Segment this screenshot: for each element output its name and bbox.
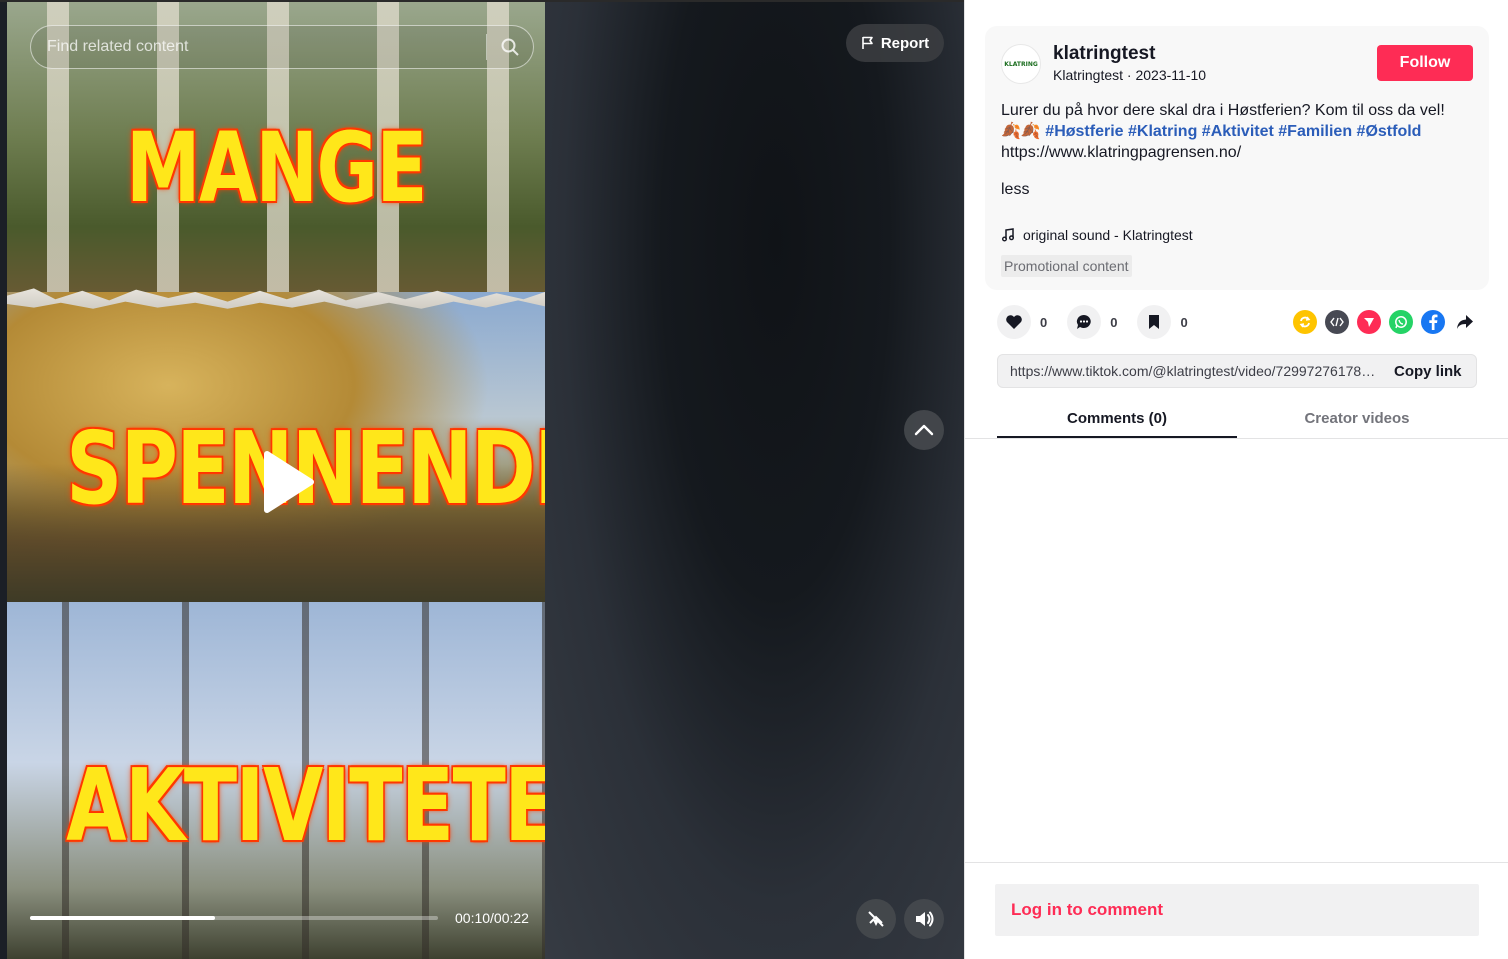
promotional-content-label: Promotional content [1001, 255, 1132, 277]
video-area: MANGE SPENNENDE AKTIVITETER Find related… [0, 0, 964, 959]
embed-icon[interactable] [1325, 310, 1349, 334]
video-progress-bar[interactable] [30, 916, 438, 920]
tab-comments[interactable]: Comments (0) [997, 400, 1237, 438]
flag-icon [862, 36, 873, 49]
video-progress-fill [30, 916, 216, 920]
action-bar: 0 0 0 [997, 304, 1208, 340]
tab-creator-videos[interactable]: Creator videos [1237, 400, 1477, 438]
description-link[interactable]: https://www.klatringpagrensen.no/ [1001, 144, 1241, 161]
chevron-up-icon [914, 424, 934, 436]
bookmark-icon [1137, 305, 1172, 339]
send-to-friends-icon[interactable] [1357, 310, 1381, 334]
comment-button[interactable]: 0 [1067, 305, 1117, 339]
repost-icon[interactable] [1293, 310, 1317, 334]
volume-icon [916, 911, 934, 927]
less-toggle[interactable]: less [1001, 181, 1029, 199]
hashtag-link[interactable]: #Høstferie [1045, 123, 1123, 140]
copy-link-button[interactable]: Copy link [1394, 363, 1462, 380]
play-icon[interactable] [252, 447, 322, 517]
like-button[interactable]: 0 [997, 305, 1047, 339]
heart-icon [997, 305, 1031, 339]
facebook-icon[interactable] [1421, 310, 1445, 334]
music-note-icon [1002, 228, 1014, 242]
video-url[interactable]: https://www.tiktok.com/@klatringtest/vid… [1010, 363, 1378, 379]
description-text: Lurer du på hvor dere skal dra i Høstfer… [1001, 102, 1445, 119]
report-button[interactable]: Report [846, 24, 944, 62]
video-time: 00:10/00:22 [455, 910, 529, 926]
music-label: original sound - Klatringtest [1023, 227, 1193, 243]
related-search-input[interactable]: Find related content [30, 25, 534, 69]
tab-bar: Comments (0) Creator videos [997, 400, 1477, 438]
login-to-comment-button[interactable]: Log in to comment [995, 884, 1479, 936]
search-placeholder: Find related content [47, 38, 189, 55]
search-icon[interactable] [487, 25, 533, 69]
floating-player-icon [868, 911, 884, 927]
save-count: 0 [1180, 314, 1188, 330]
hashtag-link[interactable]: #Aktivitet [1202, 123, 1274, 140]
tabs-divider [965, 438, 1508, 439]
share-arrow-icon[interactable] [1453, 310, 1477, 334]
save-button[interactable]: 0 [1137, 305, 1188, 339]
report-label: Report [880, 34, 930, 52]
hashtag-link[interactable]: #Klatring [1128, 123, 1197, 140]
comment-divider [965, 862, 1508, 863]
hashtag-link[interactable]: #Familien [1278, 123, 1352, 140]
overlay-text-1: MANGE [126, 112, 428, 224]
app-root: MANGE SPENNENDE AKTIVITETER Find related… [0, 0, 1508, 959]
description-emoji: 🍂🍂 [1001, 123, 1041, 140]
whatsapp-icon[interactable] [1389, 310, 1413, 334]
like-count: 0 [1040, 314, 1048, 330]
comment-count: 0 [1110, 314, 1118, 330]
avatar[interactable]: KLATRING [1001, 44, 1041, 84]
volume-button[interactable] [904, 899, 944, 939]
comment-icon [1067, 305, 1102, 339]
post-description: Lurer du på hvor dere skal dra i Høstfer… [1001, 100, 1471, 163]
details-panel: KLATRING klatringtest Klatringtest · 202… [964, 0, 1508, 959]
avatar-logo: KLATRING [1004, 60, 1038, 68]
share-icons [1293, 310, 1477, 334]
overlay-text-3: AKTIVITETER [66, 747, 545, 864]
nickname-date: Klatringtest · 2023-11-10 [1053, 67, 1207, 83]
floating-player-button[interactable] [856, 899, 896, 939]
copy-link-box: https://www.tiktok.com/@klatringtest/vid… [997, 354, 1477, 388]
username[interactable]: klatringtest [1053, 43, 1155, 65]
post-info-card: KLATRING klatringtest Klatringtest · 202… [985, 26, 1489, 290]
previous-video-button[interactable] [904, 410, 944, 450]
video-player[interactable]: MANGE SPENNENDE AKTIVITETER Find related… [7, 2, 545, 959]
follow-button[interactable]: Follow [1377, 45, 1473, 81]
hashtag-link[interactable]: #Østfold [1357, 123, 1422, 140]
video-blur-background [545, 2, 964, 959]
music-link[interactable]: original sound - Klatringtest [1001, 227, 1193, 243]
